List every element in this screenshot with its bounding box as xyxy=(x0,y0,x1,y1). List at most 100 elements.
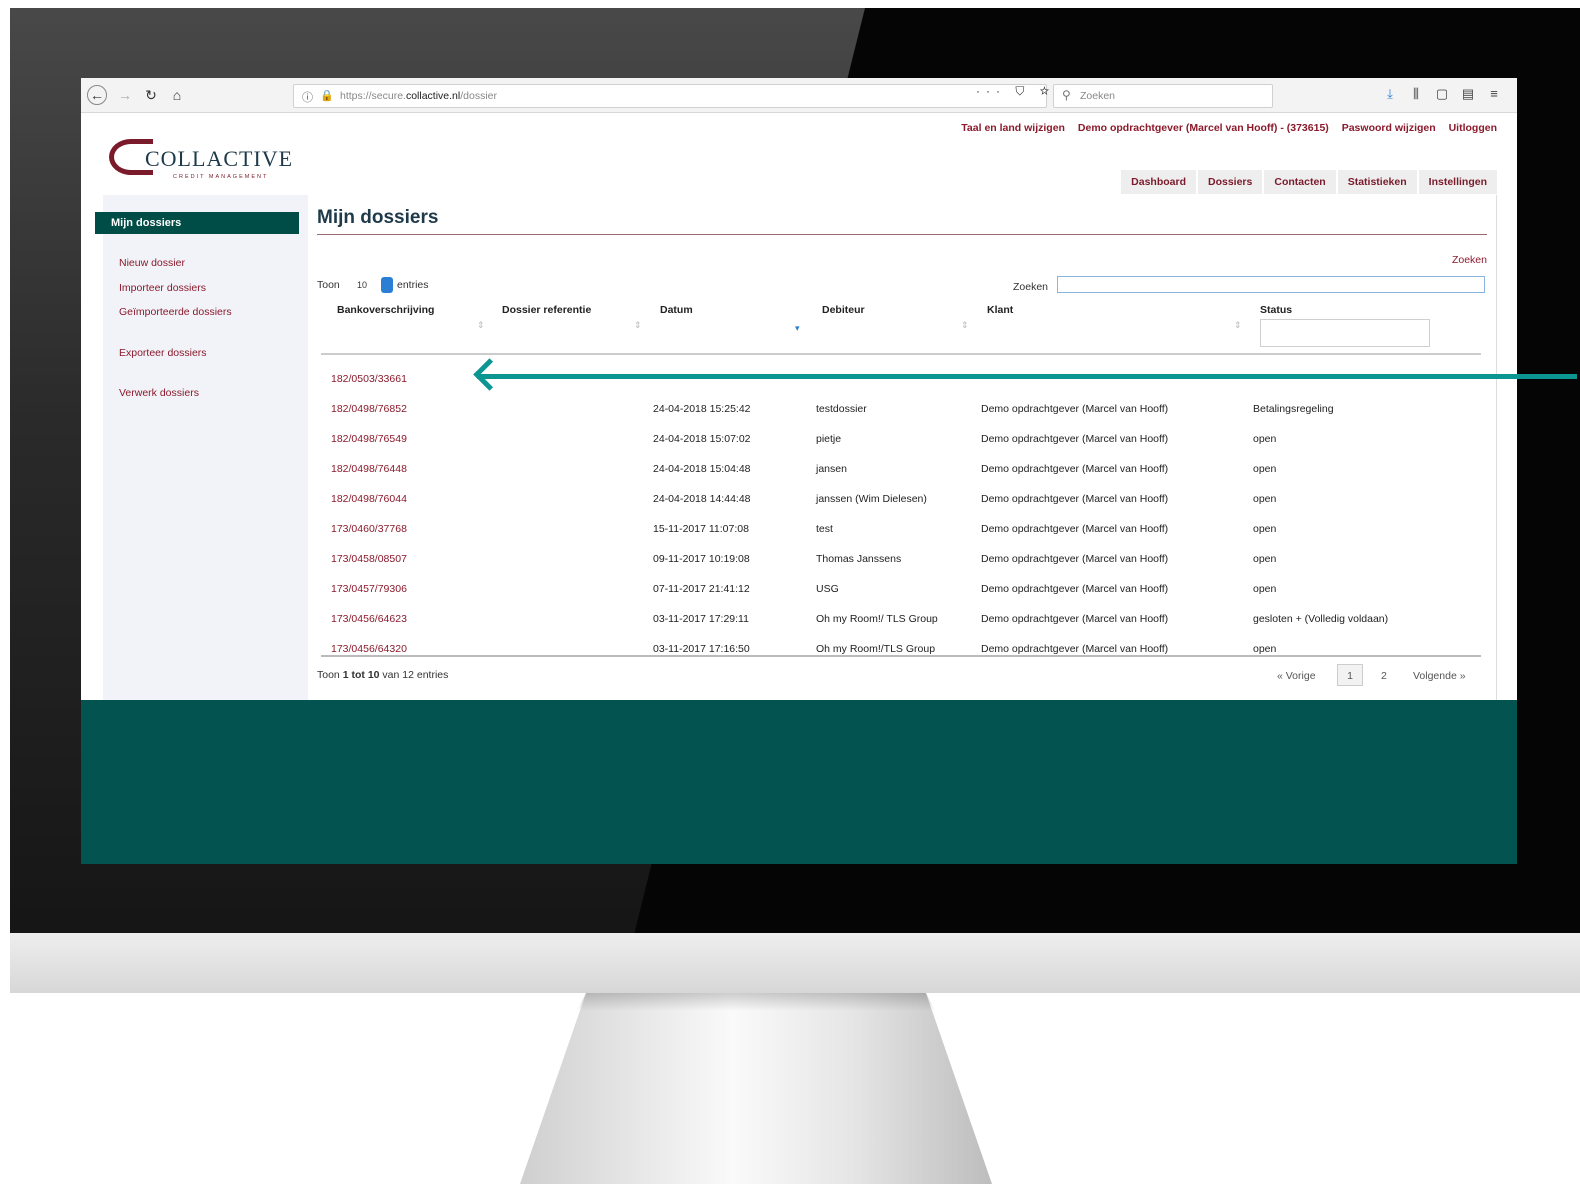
col-status[interactable]: Status xyxy=(1260,304,1292,316)
logout-link[interactable]: Uitloggen xyxy=(1449,122,1497,134)
sidebar xyxy=(103,195,308,700)
back-button[interactable]: ← xyxy=(87,85,107,105)
prev-page-button[interactable]: « Vorige xyxy=(1277,670,1316,682)
nav-contacten[interactable]: Contacten xyxy=(1264,170,1336,194)
cell-status: Betalingsregeling xyxy=(1253,403,1334,415)
cell-status: open xyxy=(1253,643,1277,655)
table-row[interactable]: 173/0456/64320 03-11-2017 17:16:50 Oh my… xyxy=(321,634,1481,664)
info-icon[interactable]: ⓘ xyxy=(302,89,313,105)
monitor-stand xyxy=(520,993,992,1184)
language-link[interactable]: Taal en land wijzigen xyxy=(961,122,1065,134)
col-dossier-referentie[interactable]: Dossier referentie xyxy=(502,304,591,316)
cell-datum: 03-11-2017 17:29:11 xyxy=(653,613,749,625)
url-bar[interactable]: ⓘ 🔒 https://secure.collactive.nl/dossier xyxy=(293,84,1047,108)
table-row[interactable]: 182/0498/76448 24-04-2018 15:04:48 janse… xyxy=(321,454,1481,484)
cell-klant: Demo opdrachtgever (Marcel van Hooff) xyxy=(981,583,1169,595)
forward-button[interactable]: → xyxy=(115,85,135,105)
cell-klant: Demo opdrachtgever (Marcel van Hooff) xyxy=(981,553,1169,565)
col-klant[interactable]: Klant xyxy=(987,304,1013,316)
cell-bankoverschrijving[interactable]: 173/0458/08507 xyxy=(331,553,407,565)
col-debiteur[interactable]: Debiteur xyxy=(822,304,865,316)
table-info: Toon 1 tot 10 van 12 entries xyxy=(317,669,449,681)
footer-band xyxy=(81,700,1517,864)
browser-toolbar: ← → ↻ ⌂ ⓘ 🔒 https://secure.collactive.nl… xyxy=(81,78,1517,113)
sort-desc-icon[interactable]: ▾ xyxy=(795,323,800,334)
mockup-stage: ← → ↻ ⌂ ⓘ 🔒 https://secure.collactive.nl… xyxy=(0,0,1580,1184)
url-text: https://secure.collactive.nl/dossier xyxy=(340,90,497,102)
cell-datum: 07-11-2017 21:41:12 xyxy=(653,583,750,595)
reader-icon[interactable]: ▤ xyxy=(1455,86,1481,102)
sidebar-item-nieuw-dossier[interactable]: Nieuw dossier xyxy=(119,257,185,269)
sidebar-icon[interactable]: ▢ xyxy=(1429,86,1455,102)
table-row[interactable]: 182/0498/76852 24-04-2018 15:25:42 testd… xyxy=(321,394,1481,424)
table-row[interactable]: 182/0498/76549 24-04-2018 15:07:02 pietj… xyxy=(321,424,1481,454)
page-title: Mijn dossiers xyxy=(317,207,439,228)
cell-bankoverschrijving[interactable]: 182/0498/76044 xyxy=(331,493,407,505)
sidebar-item-exporteer[interactable]: Exporteer dossiers xyxy=(119,347,207,359)
nav-statistieken[interactable]: Statistieken xyxy=(1337,170,1417,194)
home-icon[interactable]: ⌂ xyxy=(167,85,187,105)
cell-bankoverschrijving[interactable]: 182/0498/76852 xyxy=(331,403,407,415)
account-link[interactable]: Demo opdrachtgever (Marcel van Hooff) - … xyxy=(1078,122,1329,134)
sort-icon[interactable]: ⇕ xyxy=(961,320,969,331)
nav-dossiers[interactable]: Dossiers xyxy=(1198,170,1263,194)
sort-icon[interactable]: ⇕ xyxy=(1234,320,1242,331)
cell-bankoverschrijving[interactable]: 182/0498/76549 xyxy=(331,433,407,445)
cell-debiteur: Oh my Room!/ TLS Group xyxy=(816,613,938,625)
cell-bankoverschrijving[interactable]: 182/0503/33661 xyxy=(331,373,407,385)
cell-bankoverschrijving[interactable]: 173/0460/37768 xyxy=(331,523,407,535)
cell-debiteur: test xyxy=(816,523,833,535)
nav-dashboard[interactable]: Dashboard xyxy=(1121,170,1196,194)
col-datum[interactable]: Datum xyxy=(660,304,693,316)
top-links: Taal en land wijzigen Demo opdrachtgever… xyxy=(951,122,1497,134)
search-label: Zoeken xyxy=(1013,281,1049,293)
cell-bankoverschrijving[interactable]: 173/0456/64320 xyxy=(331,643,407,655)
library-icon[interactable]: ⫼ xyxy=(1403,86,1429,102)
page-actions[interactable]: ··· ⛉ ☆ xyxy=(976,84,1055,99)
logo[interactable]: COLLACTIVE CREDIT MANAGEMENT xyxy=(109,137,299,187)
nav-instellingen[interactable]: Instellingen xyxy=(1418,170,1497,194)
cell-klant: Demo opdrachtgever (Marcel van Hooff) xyxy=(981,403,1169,415)
cell-status: open xyxy=(1253,583,1277,595)
cell-debiteur: USG xyxy=(816,583,839,595)
cell-debiteur: jansen xyxy=(816,463,847,475)
cell-bankoverschrijving[interactable]: 182/0498/76448 xyxy=(331,463,407,475)
table-row[interactable]: 173/0456/64623 03-11-2017 17:29:11 Oh my… xyxy=(321,604,1481,634)
sidebar-item-importeer[interactable]: Importeer dossiers xyxy=(119,282,206,294)
status-filter-input[interactable] xyxy=(1260,319,1430,347)
cell-klant: Demo opdrachtgever (Marcel van Hooff) xyxy=(981,523,1169,535)
cell-datum: 24-04-2018 15:04:48 xyxy=(653,463,751,475)
sidebar-item-verwerk[interactable]: Verwerk dossiers xyxy=(119,387,199,399)
sidebar-item-geimporteerde[interactable]: Geïmporteerde dossiers xyxy=(119,306,232,318)
search-link[interactable]: Zoeken xyxy=(1452,254,1487,266)
select-arrow-icon[interactable] xyxy=(381,277,393,293)
cell-debiteur: testdossier xyxy=(816,403,867,415)
browser-tools: ⤓ ⫼ ▢ ▤ ≡ xyxy=(1377,86,1507,102)
next-page-button[interactable]: Volgende » xyxy=(1413,670,1466,682)
cell-bankoverschrijving[interactable]: 173/0457/79306 xyxy=(331,583,407,595)
col-bankoverschrijving[interactable]: Bankoverschrijving xyxy=(337,304,434,316)
cell-bankoverschrijving[interactable]: 173/0456/64623 xyxy=(331,613,407,625)
download-icon[interactable]: ⤓ xyxy=(1377,86,1403,102)
main-nav: Dashboard Dossiers Contacten Statistieken In… xyxy=(1119,170,1497,196)
sort-icon[interactable]: ⇕ xyxy=(477,320,485,331)
table-search-input[interactable] xyxy=(1057,276,1485,293)
page-2-button[interactable]: 2 xyxy=(1381,670,1387,682)
table-row[interactable]: 173/0458/08507 09-11-2017 10:19:08 Thoma… xyxy=(321,544,1481,574)
menu-icon[interactable]: ≡ xyxy=(1481,86,1507,101)
cell-status: gesloten + (Volledig voldaan) xyxy=(1253,613,1389,625)
cell-debiteur: Thomas Janssens xyxy=(816,553,902,565)
sort-icon[interactable]: ⇕ xyxy=(634,320,642,331)
page-size-select[interactable]: 10 xyxy=(351,277,373,293)
change-password-link[interactable]: Paswoord wijzigen xyxy=(1342,122,1436,134)
cell-klant: Demo opdrachtgever (Marcel van Hooff) xyxy=(981,613,1169,625)
browser-search[interactable]: ⚲ Zoeken xyxy=(1053,84,1273,108)
table-row[interactable]: 173/0460/37768 15-11-2017 11:07:08 test … xyxy=(321,514,1481,544)
cell-klant: Demo opdrachtgever (Marcel van Hooff) xyxy=(981,643,1169,655)
reload-button[interactable]: ↻ xyxy=(141,85,161,105)
sidebar-item-mijn-dossiers[interactable]: Mijn dossiers xyxy=(95,212,299,234)
table-row[interactable]: 182/0498/76044 24-04-2018 14:44:48 janss… xyxy=(321,484,1481,514)
lock-icon: 🔒 xyxy=(320,90,334,102)
table-row[interactable]: 173/0457/79306 07-11-2017 21:41:12 USG D… xyxy=(321,574,1481,604)
page-1-button[interactable]: 1 xyxy=(1337,664,1363,686)
